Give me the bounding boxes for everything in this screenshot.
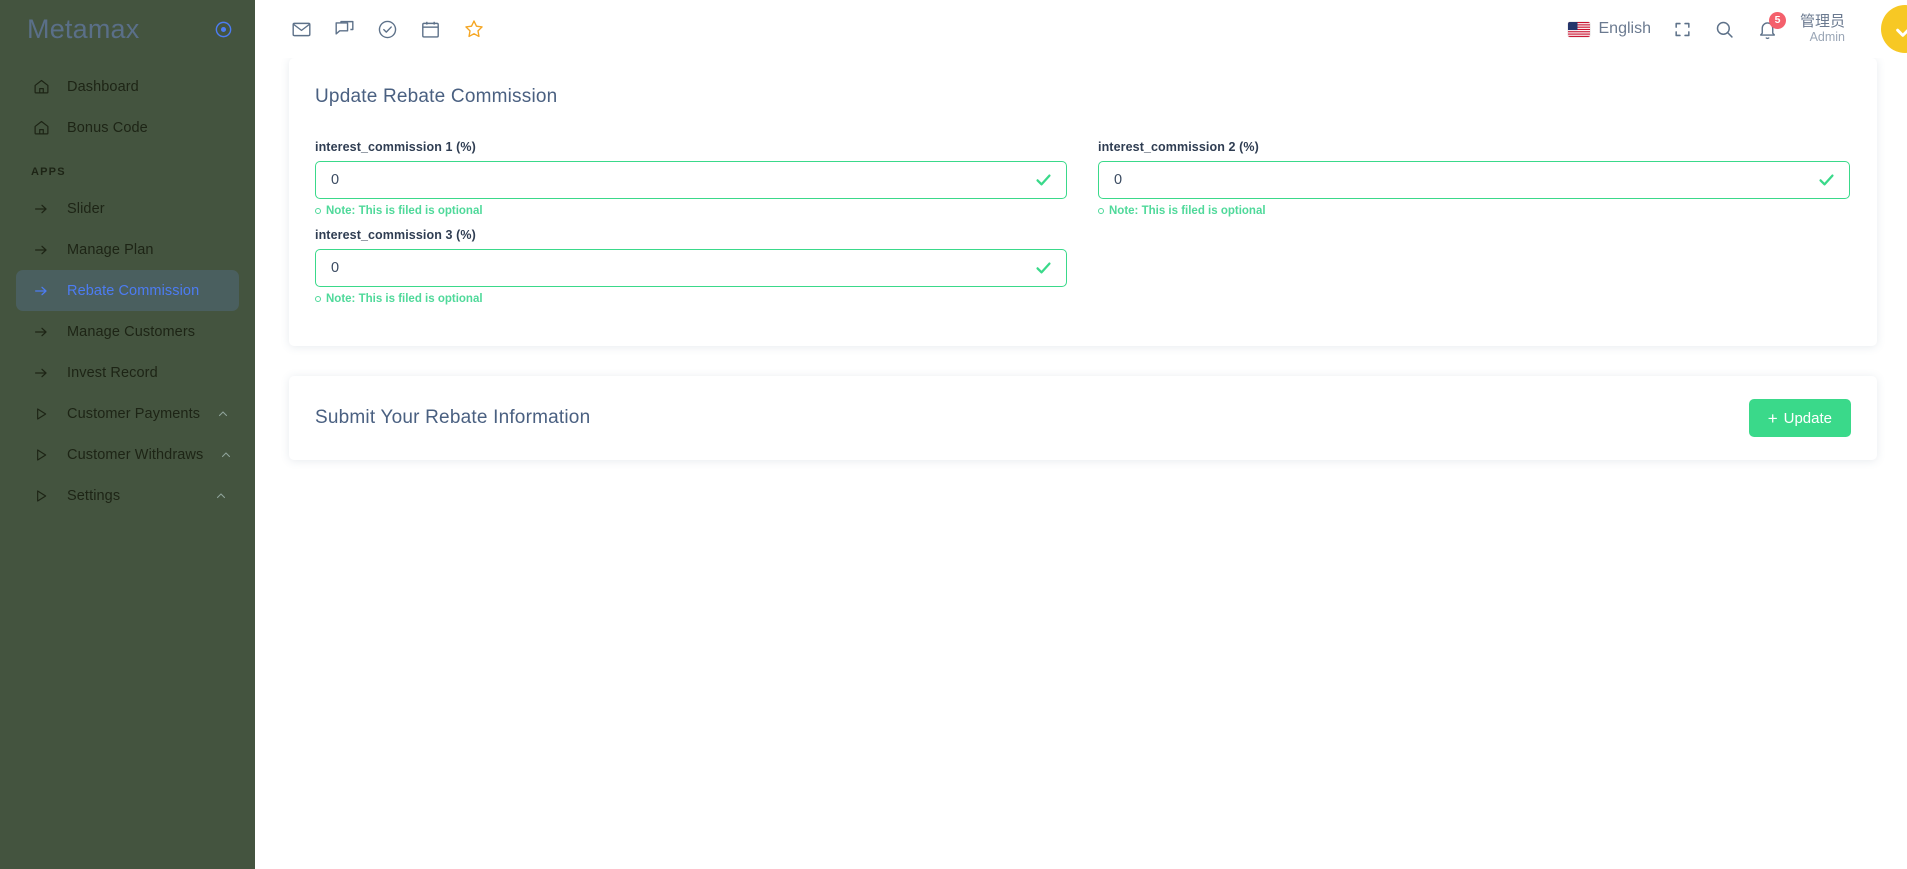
user-menu[interactable]: 管理员 Admin	[1800, 13, 1845, 45]
calendar-icon[interactable]	[420, 19, 441, 40]
interest-commission-3-input[interactable]: 0	[315, 249, 1067, 287]
sidebar-nav-apps: Slider Manage Plan Rebate Commission Man…	[0, 188, 255, 516]
sidebar-item-dashboard[interactable]: Dashboard	[16, 66, 239, 107]
input-wrapper: 0	[315, 161, 1067, 199]
sidebar-item-label: Customer Withdraws	[67, 446, 204, 463]
play-triangle-icon	[32, 446, 50, 464]
sidebar-item-label: Rebate Commission	[67, 282, 200, 299]
user-name: 管理员	[1799, 13, 1845, 31]
note-bullet-icon	[315, 208, 321, 214]
home-icon	[32, 78, 50, 96]
input-wrapper: 0	[315, 249, 1067, 287]
chat-icon[interactable]	[334, 19, 355, 40]
play-triangle-icon	[32, 405, 50, 423]
note-text: Note: This is filed is optional	[326, 205, 483, 217]
sidebar-item-customer-withdraws[interactable]: Customer Withdraws	[16, 434, 239, 475]
arrow-right-icon	[32, 241, 50, 259]
page-title: Update Rebate Commission	[315, 86, 558, 107]
field-note: Note: This is filed is optional	[315, 205, 1067, 217]
update-button[interactable]: + Update	[1748, 399, 1851, 437]
note-text: Note: This is filed is optional	[1109, 205, 1266, 217]
note-bullet-icon	[1098, 208, 1104, 214]
valid-check-icon	[1034, 171, 1053, 190]
language-label: English	[1598, 20, 1651, 37]
sidebar-item-label: Bonus Code	[67, 119, 148, 136]
home-icon	[32, 119, 50, 137]
field-note: Note: This is filed is optional	[1098, 205, 1850, 217]
field-label: interest_commission 3 (%)	[315, 228, 476, 242]
note-text: Note: This is filed is optional	[326, 293, 483, 305]
topbar-right-controls: English 5 管理员 Admin	[1567, 5, 1907, 53]
brand-title: Metamax	[27, 13, 140, 44]
arrow-right-icon	[32, 282, 50, 300]
chevron-up-icon[interactable]	[220, 449, 232, 461]
sidebar-item-label: Manage Plan	[67, 241, 154, 258]
play-triangle-icon	[32, 487, 50, 505]
field-interest-commission-2: interest_commission 2 (%) 0 Note: This i…	[1098, 140, 1850, 228]
notification-bell[interactable]: 5	[1757, 11, 1786, 40]
mail-icon[interactable]	[291, 19, 312, 40]
valid-check-icon	[1817, 171, 1836, 190]
sidebar-brand[interactable]: Metamax	[0, 0, 255, 58]
sidebar-item-label: Invest Record	[67, 364, 158, 381]
sidebar: Metamax Dashboard Bonus Code APPS Slider…	[0, 0, 255, 869]
sidebar-item-manage-plan[interactable]: Manage Plan	[16, 229, 239, 270]
update-rebate-commission-card: Update Rebate Commission interest_commis…	[289, 58, 1877, 346]
page-content: Update Rebate Commission interest_commis…	[255, 58, 1907, 869]
chevron-up-icon[interactable]	[217, 408, 229, 420]
check-circle-icon[interactable]	[377, 19, 398, 40]
sidebar-item-settings[interactable]: Settings	[16, 475, 239, 516]
sidebar-item-customer-payments[interactable]: Customer Payments	[16, 393, 239, 434]
rebate-form: interest_commission 1 (%) 0 Note: This i…	[315, 140, 1851, 316]
sidebar-item-slider[interactable]: Slider	[16, 188, 239, 229]
field-label: interest_commission 2 (%)	[1098, 140, 1259, 154]
target-circle-icon[interactable]	[214, 20, 233, 39]
interest-commission-1-input[interactable]: 0	[315, 161, 1067, 199]
field-interest-commission-1: interest_commission 1 (%) 0 Note: This i…	[315, 140, 1067, 228]
update-button-label: Update	[1783, 409, 1832, 427]
note-bullet-icon	[315, 296, 321, 302]
sidebar-item-label: Dashboard	[67, 78, 139, 95]
field-interest-commission-3: interest_commission 3 (%) 0 Note: This i…	[315, 228, 1067, 316]
sidebar-item-label: Settings	[67, 487, 121, 504]
sidebar-item-label: Manage Customers	[67, 323, 196, 340]
main-area: English 5 管理员 Admin Update Rebate Commis…	[255, 0, 1907, 869]
language-selector[interactable]: English	[1567, 20, 1651, 38]
valid-check-icon	[1034, 259, 1053, 278]
user-role: Admin	[1809, 30, 1845, 45]
interest-commission-2-input[interactable]: 0	[1098, 161, 1850, 199]
sidebar-item-invest-record[interactable]: Invest Record	[16, 352, 239, 393]
arrow-right-icon	[32, 364, 50, 382]
star-icon[interactable]	[463, 18, 485, 40]
topbar-left-icons	[291, 18, 485, 40]
sidebar-item-bonus-code[interactable]: Bonus Code	[16, 107, 239, 148]
sidebar-item-rebate-commission[interactable]: Rebate Commission	[16, 270, 239, 311]
notification-badge: 5	[1768, 11, 1786, 29]
fullscreen-icon[interactable]	[1673, 20, 1692, 39]
sidebar-item-label: Customer Payments	[67, 405, 201, 422]
chevron-up-icon[interactable]	[215, 490, 227, 502]
avatar[interactable]	[1881, 5, 1907, 53]
field-note: Note: This is filed is optional	[315, 293, 1067, 305]
arrow-right-icon	[32, 323, 50, 341]
topbar: English 5 管理员 Admin	[255, 0, 1907, 58]
sidebar-item-label: Slider	[67, 200, 105, 217]
arrow-right-icon	[32, 200, 50, 218]
plus-icon: +	[1767, 408, 1778, 428]
search-icon[interactable]	[1714, 19, 1735, 40]
input-wrapper: 0	[1098, 161, 1850, 199]
app-root: Metamax Dashboard Bonus Code APPS Slider…	[0, 0, 1907, 869]
us-flag-icon	[1567, 21, 1590, 37]
sidebar-nav-top: Dashboard Bonus Code	[0, 66, 255, 148]
field-label: interest_commission 1 (%)	[315, 140, 476, 154]
submit-rebate-card: Submit Your Rebate Information + Update	[289, 376, 1877, 460]
sidebar-section-apps: APPS	[31, 166, 66, 178]
submit-card-title: Submit Your Rebate Information	[315, 407, 591, 428]
sidebar-item-manage-customers[interactable]: Manage Customers	[16, 311, 239, 352]
